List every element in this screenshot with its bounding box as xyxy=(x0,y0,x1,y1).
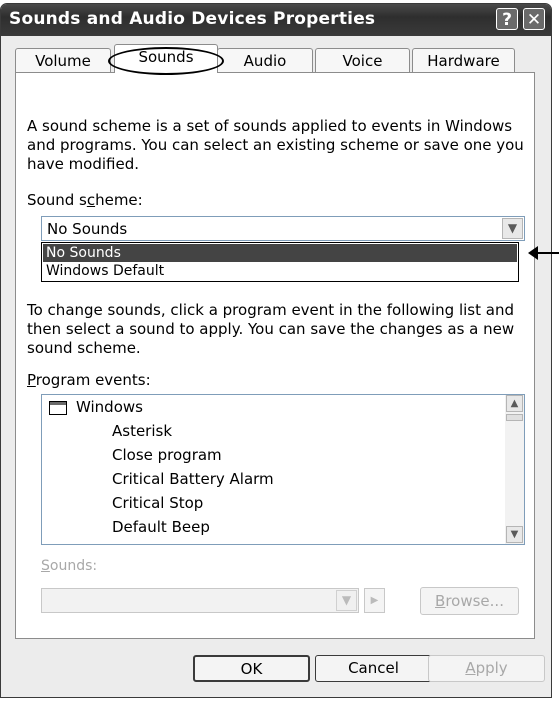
chevron-down-icon[interactable]: ▼ xyxy=(502,218,523,239)
tab-voice[interactable]: Voice xyxy=(315,48,410,72)
tab-volume[interactable]: Volume xyxy=(15,48,111,72)
list-item-windows[interactable]: Windows xyxy=(76,398,143,416)
change-sounds-help: To change sounds, click a program event … xyxy=(27,301,515,357)
scheme-option-windows-default[interactable]: Windows Default xyxy=(43,262,517,280)
scroll-down-icon[interactable]: ▼ xyxy=(506,526,523,543)
cancel-button[interactable]: Cancel xyxy=(315,655,432,682)
window-title: Sounds and Audio Devices Properties xyxy=(9,9,376,29)
program-events-list[interactable]: Windows Asterisk Close program Critical … xyxy=(41,394,525,545)
list-item[interactable]: Asterisk xyxy=(112,422,172,440)
title-bar[interactable]: Sounds and Audio Devices Properties ? ✕ xyxy=(1,4,551,36)
tab-hardware[interactable]: Hardware xyxy=(412,48,515,72)
scheme-option-no-sounds[interactable]: No Sounds xyxy=(43,244,517,262)
chevron-down-icon[interactable]: ▼ xyxy=(336,590,357,611)
sounds-combo[interactable]: ▼ xyxy=(41,588,359,613)
sound-scheme-value: No Sounds xyxy=(47,220,128,238)
sounds-label: Sounds: xyxy=(41,558,98,574)
tab-strip: Volume Sounds Audio Voice Hardware xyxy=(15,42,535,73)
list-scrollbar[interactable]: ▲ ▼ xyxy=(505,395,524,544)
tab-sounds[interactable]: Sounds xyxy=(114,44,218,73)
scroll-thumb[interactable] xyxy=(506,414,523,421)
help-icon[interactable]: ? xyxy=(496,8,518,30)
apply-button[interactable]: Apply xyxy=(428,655,545,682)
browse-button[interactable]: Browse... xyxy=(420,587,519,615)
annotation-arrow-head xyxy=(528,246,538,260)
close-icon[interactable]: ✕ xyxy=(523,8,545,30)
sound-scheme-combo[interactable]: No Sounds ▼ xyxy=(41,216,525,241)
sound-scheme-label: Sound scheme: xyxy=(27,191,143,209)
program-events-label: Program events: xyxy=(27,371,151,389)
list-item[interactable]: Close program xyxy=(112,446,222,464)
list-item[interactable]: Default Beep xyxy=(112,518,210,536)
ok-button[interactable]: OK xyxy=(193,655,310,682)
sound-scheme-dropdown: No Sounds Windows Default xyxy=(41,242,519,282)
tab-audio[interactable]: Audio xyxy=(217,48,313,72)
scheme-intro-text: A sound scheme is a set of sounds applie… xyxy=(27,117,524,173)
annotation-arrow-line xyxy=(536,252,559,254)
scroll-up-icon[interactable]: ▲ xyxy=(506,395,523,412)
list-item[interactable]: Critical Stop xyxy=(112,494,203,512)
list-item[interactable]: Critical Battery Alarm xyxy=(112,470,274,488)
play-icon[interactable]: ▶ xyxy=(364,588,385,613)
window-icon xyxy=(49,401,67,415)
